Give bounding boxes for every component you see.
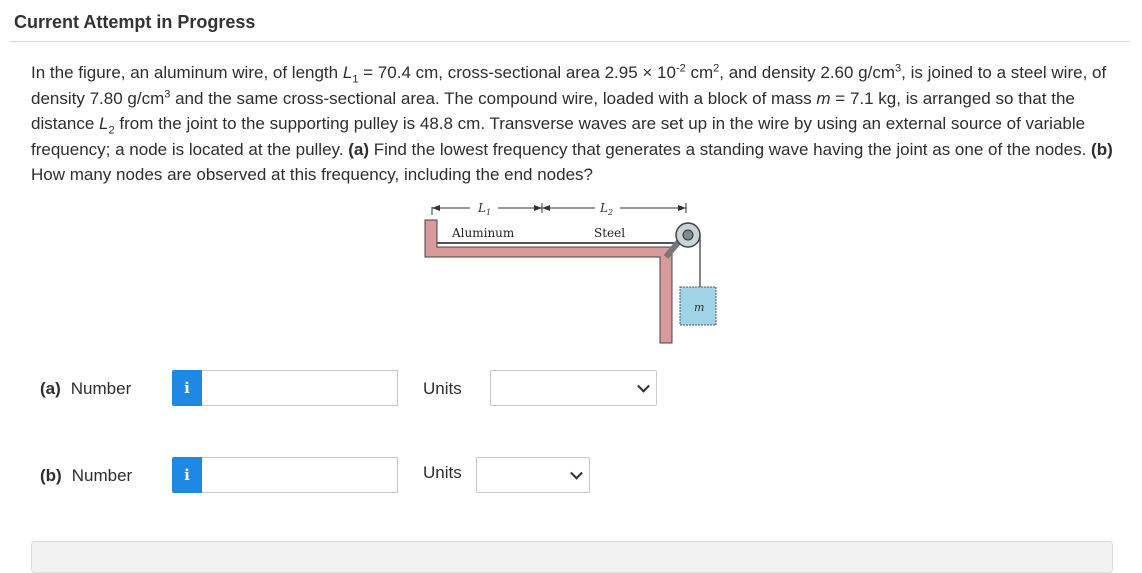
part-a-label: (a) xyxy=(348,139,370,159)
answer-b-units-select[interactable] xyxy=(476,457,590,493)
answer-a-units-label: Units xyxy=(423,379,462,398)
problem-statement: In the figure, an aluminum wire, of leng… xyxy=(31,60,1116,188)
mass-label: m xyxy=(694,301,704,314)
problem-text: = 70.4 cm, cross-sectional area 2.95 × 1… xyxy=(358,63,676,82)
bottom-panel xyxy=(31,541,1113,573)
part-b-question: How many nodes are observed at this freq… xyxy=(31,165,593,184)
chevron-down-icon xyxy=(637,379,650,393)
answer-b-number-input[interactable] xyxy=(202,457,398,493)
problem-text: , and density 2.60 g/cm xyxy=(719,63,896,82)
L1-symbol: L xyxy=(342,63,353,82)
steel-label: Steel xyxy=(594,226,625,240)
part-b-label: (b) xyxy=(1091,139,1113,159)
L2-symbol: L xyxy=(99,114,109,133)
answer-b-units-label: Units xyxy=(423,463,462,482)
mass-symbol: m xyxy=(816,88,831,108)
answer-a-label: (a) Number xyxy=(40,379,132,398)
wire-pulley-figure: L1 L2 Aluminum Steel m xyxy=(424,201,717,344)
part-a-question: Find the lowest frequency that generates… xyxy=(369,139,1092,159)
page-header-title: Current Attempt in Progress xyxy=(14,12,256,32)
answer-a-units-select[interactable] xyxy=(490,370,657,406)
L2-dimension-label: L2 xyxy=(599,201,613,217)
answer-b-label: (b) Number xyxy=(40,466,133,485)
exponent: -2 xyxy=(675,62,686,75)
problem-text: and the same cross-sectional area. The c… xyxy=(170,88,817,108)
problem-text: cm xyxy=(685,63,714,82)
answer-b-info-button[interactable]: i xyxy=(172,457,202,493)
chevron-down-icon xyxy=(570,466,583,480)
aluminum-label: Aluminum xyxy=(451,226,515,240)
problem-text: In the figure, an aluminum wire, of leng… xyxy=(31,63,343,82)
answer-a-number-input[interactable] xyxy=(202,370,398,406)
L1-dimension-label: L1 xyxy=(477,201,491,217)
L2-dimension xyxy=(542,203,687,213)
answer-a-info-button[interactable]: i xyxy=(172,370,202,406)
